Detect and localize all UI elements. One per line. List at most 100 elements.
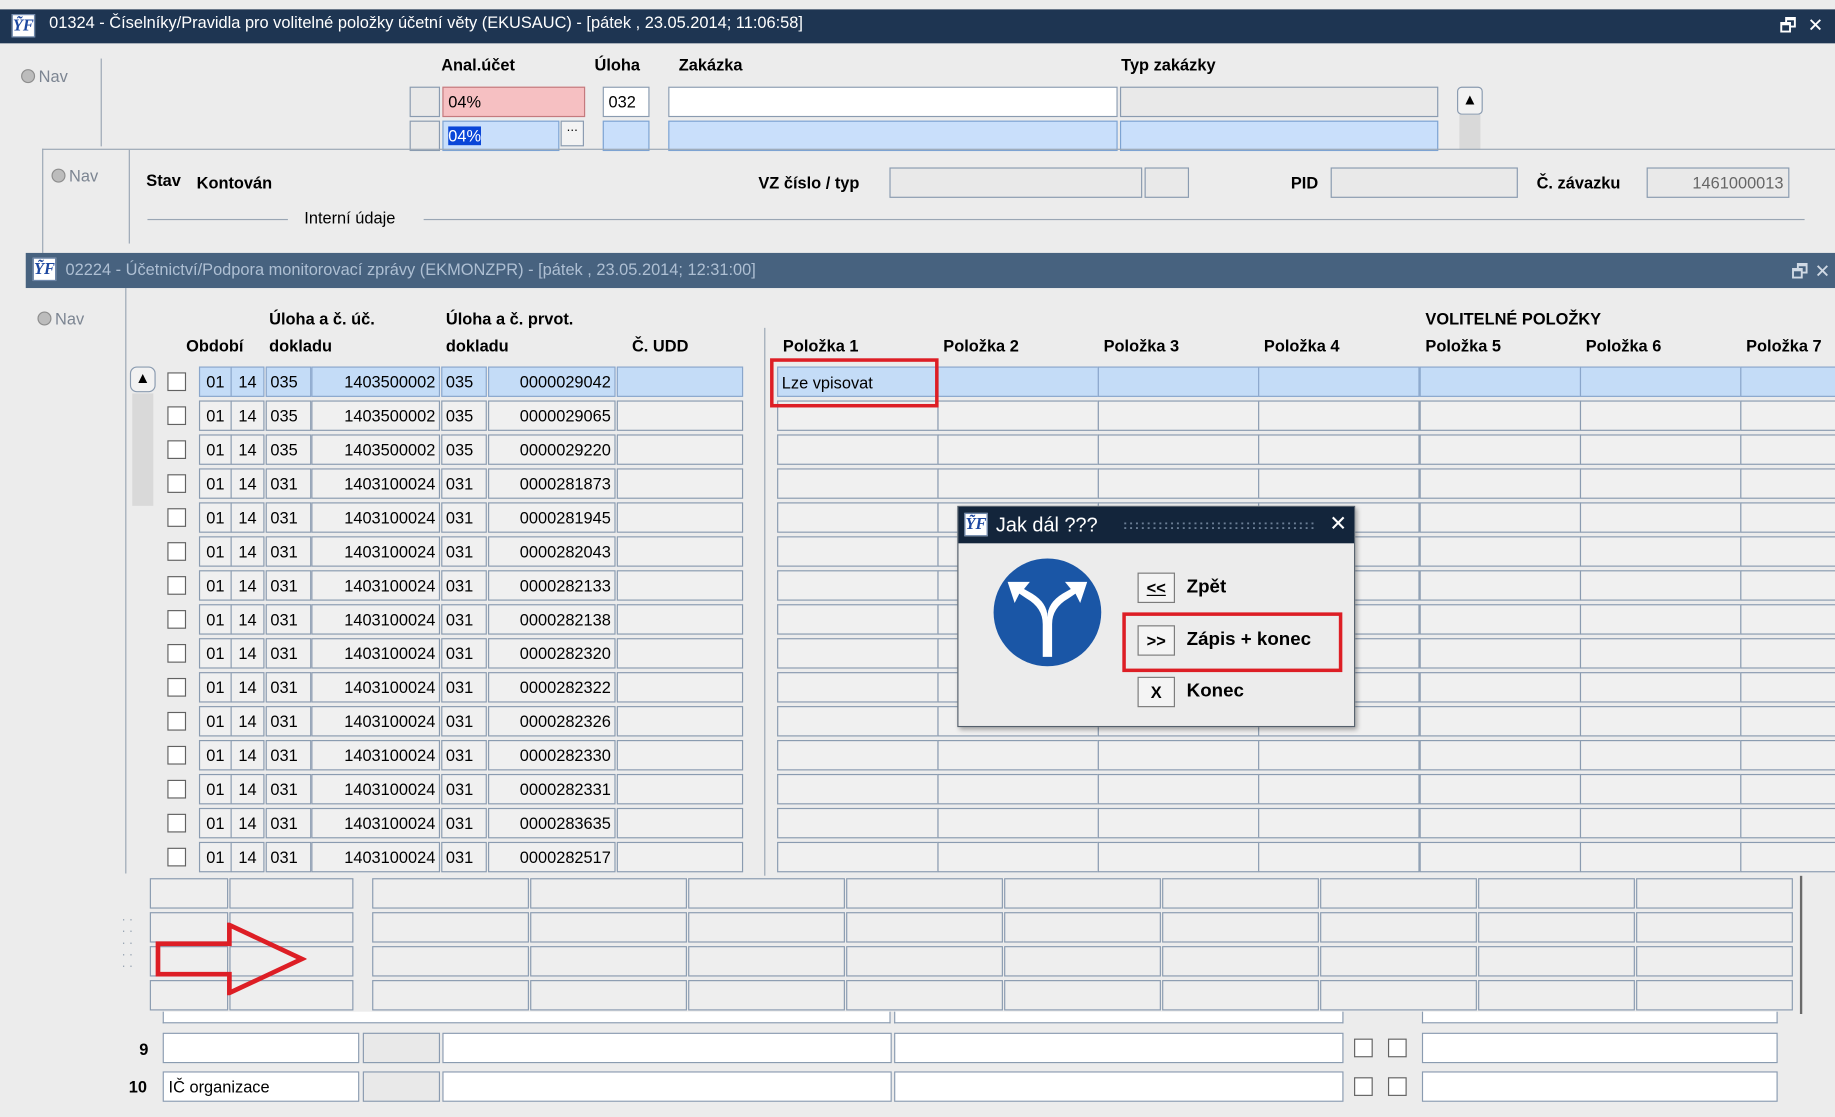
lower-grid-cell[interactable] [1636,946,1793,977]
cell-polozka-6[interactable] [1579,773,1742,805]
cell-polozka-1[interactable] [777,604,939,635]
row-checkbox[interactable] [167,542,187,561]
cell-prv[interactable]: 0000282320 [488,638,616,669]
cell-polozka-3[interactable] [1097,841,1260,873]
cell-y[interactable]: 14 [230,706,265,737]
cell-udd[interactable] [616,841,744,873]
lower-grid-cell[interactable] [372,946,529,977]
cell-doc[interactable]: 1403100024 [311,638,441,669]
cell-m[interactable]: 01 [198,536,232,567]
row-checkbox[interactable] [167,711,187,731]
lower-grid-cell[interactable] [1320,878,1477,909]
cell-doc[interactable]: 1403500002 [311,434,441,465]
cell-udd[interactable] [616,740,744,771]
cell-u2[interactable]: 031 [441,536,487,567]
grid-scroll-track[interactable] [132,393,154,506]
cell-prv[interactable]: 0000281873 [488,468,616,499]
cell-prv[interactable]: 0000282133 [488,570,616,601]
cell-y[interactable]: 14 [230,468,265,499]
cell-y[interactable]: 14 [230,807,265,839]
cell-m[interactable]: 01 [198,706,232,737]
cell-polozka-4[interactable] [1258,773,1420,805]
row10-field-e[interactable] [1421,1071,1778,1102]
drag-handle-dots[interactable]: · · · · · · · · · · [122,915,136,986]
cell-polozka-1[interactable] [777,638,939,669]
lower-grid-cell[interactable] [688,980,845,1011]
cell-polozka-5[interactable] [1419,366,1582,397]
lower-grid-cell[interactable] [688,946,845,977]
cell-u1[interactable]: 031 [265,841,312,873]
cell-polozka-7[interactable] [1740,570,1835,601]
cell-polozka-4[interactable] [1258,434,1420,465]
cell-polozka-7[interactable] [1740,740,1835,771]
cell-y[interactable]: 14 [230,672,265,703]
grid-scroll-up[interactable]: ▲ [129,366,156,393]
cell-u1[interactable]: 031 [265,740,312,771]
cell-polozka-6[interactable] [1579,706,1742,737]
row2-select[interactable] [409,120,441,152]
cell-polozka-6[interactable] [1579,400,1742,431]
cell-polozka-6[interactable] [1579,638,1742,669]
cell-polozka-6[interactable] [1579,502,1742,533]
cell-polozka-1[interactable] [777,502,939,533]
cell-y[interactable]: 14 [230,604,265,635]
cell-prv[interactable]: 0000282331 [488,773,616,805]
row9-field-c[interactable] [442,1032,892,1064]
cell-polozka-4[interactable] [1258,740,1420,771]
cell-doc[interactable]: 1403100024 [311,807,441,839]
cell-polozka-3[interactable] [1097,366,1260,397]
cell-polozka-7[interactable] [1740,502,1835,533]
lower-grid-cell[interactable] [372,912,529,943]
cell-u2[interactable]: 035 [441,434,487,465]
lower-grid-cell[interactable] [1478,878,1635,909]
cell-polozka-3[interactable] [1097,773,1260,805]
nav-radio[interactable]: Nav [21,67,68,85]
cell-polozka-3[interactable] [1097,807,1260,839]
cell-polozka-1[interactable] [777,706,939,737]
cell-polozka-1[interactable] [777,807,939,839]
row-checkbox[interactable] [167,677,187,697]
cell-u2[interactable]: 031 [441,604,487,635]
cell-doc[interactable]: 1403100024 [311,773,441,805]
cell-u1[interactable]: 031 [265,807,312,839]
typ-input-2[interactable] [1119,120,1439,152]
lower-grid-cell[interactable] [149,878,229,909]
anal-input-2[interactable]: 04% [442,120,560,152]
cell-u1[interactable]: 031 [265,706,312,737]
cell-polozka-5[interactable] [1419,536,1582,567]
row9-field-e[interactable] [1421,1032,1778,1064]
nav-radio-2[interactable]: Nav [37,309,84,328]
close-icon[interactable]: ✕ [1808,14,1824,36]
cell-polozka-5[interactable] [1419,706,1582,737]
cell-polozka-5[interactable] [1419,604,1582,635]
cell-prv[interactable]: 0000282043 [488,536,616,567]
row-checkbox[interactable] [167,474,187,493]
row10-checkbox-1[interactable] [1354,1077,1373,1096]
cell-y[interactable]: 14 [230,740,265,771]
typ-input-1[interactable] [1119,86,1439,118]
cell-m[interactable]: 01 [198,773,232,805]
cell-doc[interactable]: 1403100024 [311,536,441,567]
cell-u2[interactable]: 035 [441,366,487,397]
cell-polozka-6[interactable] [1579,570,1742,601]
cell-polozka-1[interactable] [777,773,939,805]
cell-u1[interactable]: 031 [265,773,312,805]
cell-polozka-3[interactable] [1097,434,1260,465]
cell-m[interactable]: 01 [198,807,232,839]
cell-prv[interactable]: 0000282326 [488,706,616,737]
cell-polozka-4[interactable] [1258,400,1420,431]
cell-u2[interactable]: 031 [441,841,487,873]
row-checkbox[interactable] [167,576,187,595]
restore-icon[interactable]: 🗗 [1791,260,1809,282]
cell-polozka-2[interactable] [937,366,1099,397]
cell-y[interactable]: 14 [230,773,265,805]
cell-u1[interactable]: 031 [265,604,312,635]
cell-prv[interactable]: 0000283635 [488,807,616,839]
cell-polozka-7[interactable] [1740,604,1835,635]
cell-udd[interactable] [616,706,744,737]
cell-polozka-1[interactable] [777,468,939,499]
pid-field[interactable] [1330,167,1518,198]
anal-input-1[interactable]: 04% [442,86,586,118]
cell-m[interactable]: 01 [198,638,232,669]
cell-polozka-2[interactable] [937,773,1099,805]
